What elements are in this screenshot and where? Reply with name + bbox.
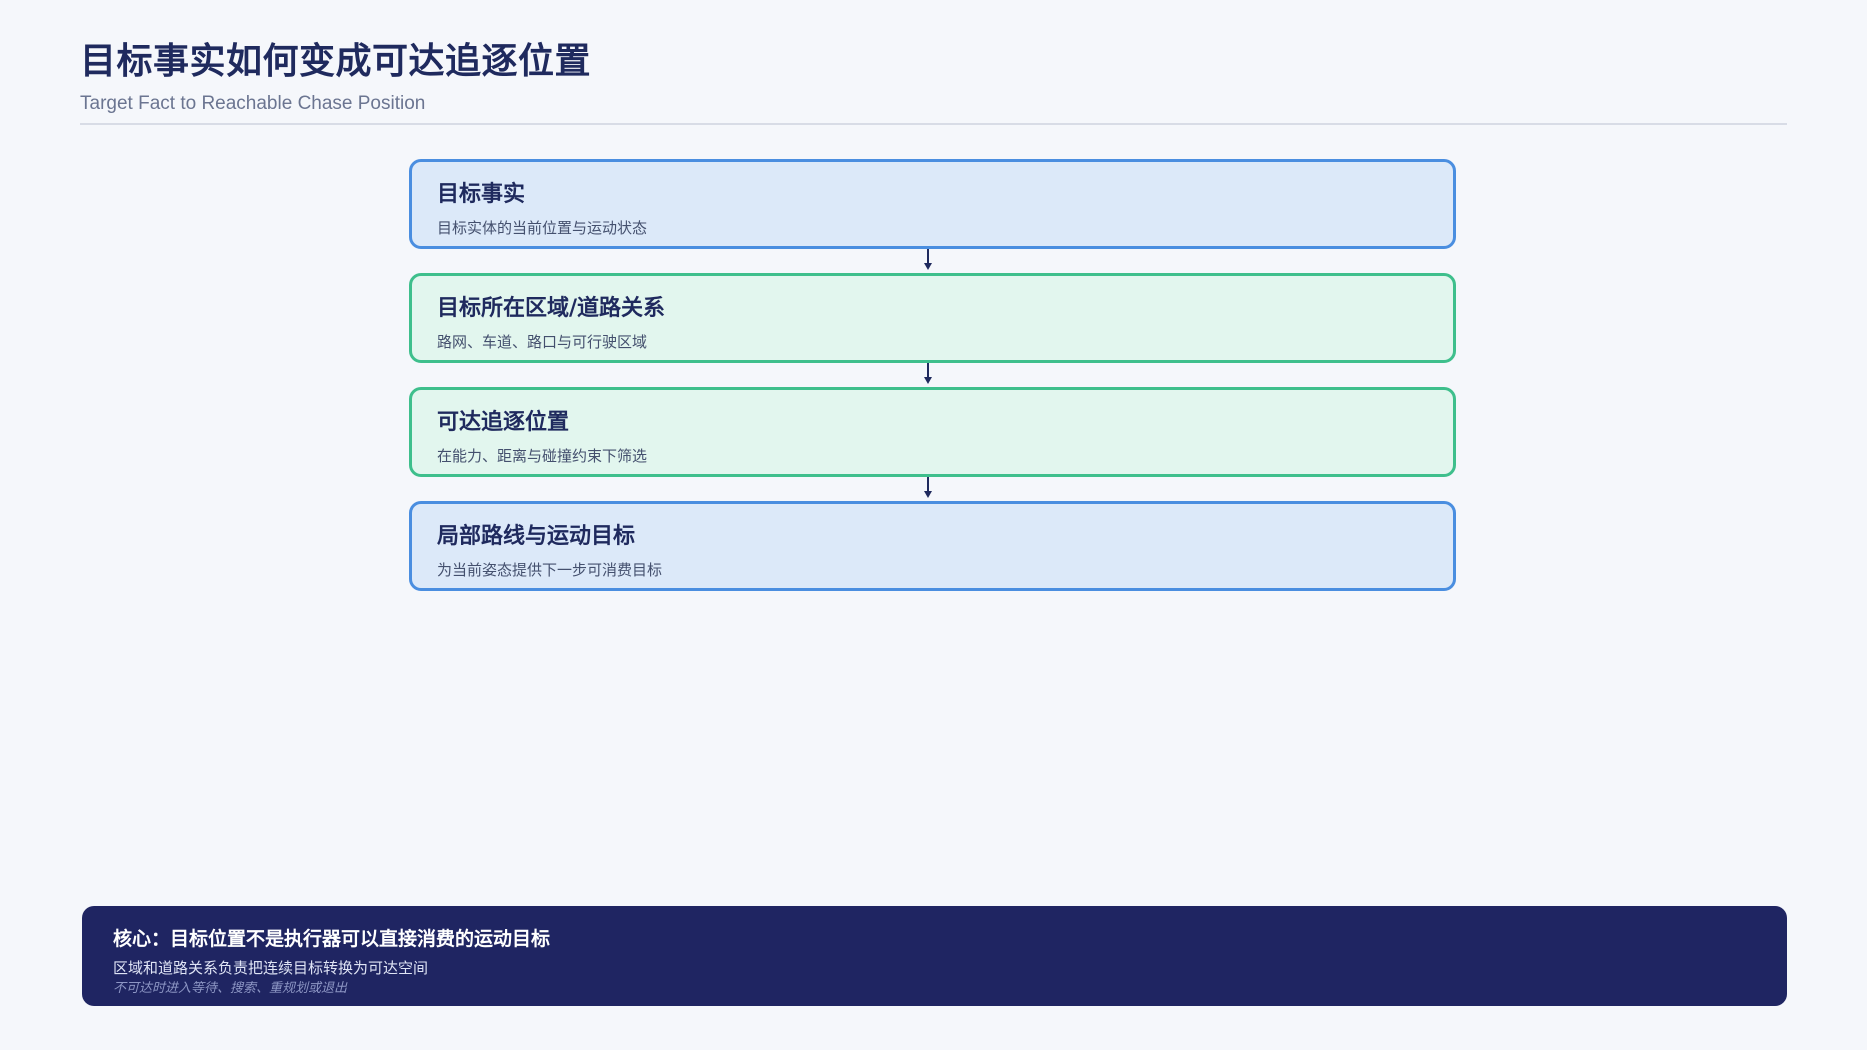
arrow-down-icon xyxy=(924,477,932,498)
core-note: 不可达时进入等待、搜索、重规划或退出 xyxy=(113,981,348,996)
header: 目标事实如何变成可达追逐位置 Target Fact to Reachable … xyxy=(80,38,1787,116)
header-divider xyxy=(80,123,1787,125)
step-title: 目标事实 xyxy=(437,182,526,207)
page-subtitle: Target Fact to Reachable Chase Position xyxy=(80,93,426,114)
step-description: 在能力、距离与碰撞约束下筛选 xyxy=(437,447,648,465)
flow-step-local-route: 局部路线与运动目标 为当前姿态提供下一步可消费目标 xyxy=(409,501,1456,591)
flow-arrow xyxy=(409,249,1456,273)
step-title: 可达追逐位置 xyxy=(437,410,570,435)
core-description: 区域和道路关系负责把连续目标转换为可达空间 xyxy=(113,959,429,977)
page-title: 目标事实如何变成可达追逐位置 xyxy=(80,41,592,82)
step-description: 为当前姿态提供下一步可消费目标 xyxy=(437,561,663,579)
flow-step-target-fact: 目标事实 目标实体的当前位置与运动状态 xyxy=(409,159,1456,249)
flow-step-region-road: 目标所在区域/道路关系 路网、车道、路口与可行驶区域 xyxy=(409,273,1456,363)
step-title: 局部路线与运动目标 xyxy=(437,524,636,549)
arrow-down-icon xyxy=(924,249,932,270)
arrow-down-icon xyxy=(924,363,932,384)
flow-arrow xyxy=(409,477,1456,501)
step-description: 目标实体的当前位置与运动状态 xyxy=(437,219,648,237)
flow-diagram: 目标事实 目标实体的当前位置与运动状态 目标所在区域/道路关系 路网、车道、路口… xyxy=(409,159,1456,591)
core-summary-panel: 核心：目标位置不是执行器可以直接消费的运动目标 区域和道路关系负责把连续目标转换… xyxy=(82,906,1787,1006)
flow-step-reachable-position: 可达追逐位置 在能力、距离与碰撞约束下筛选 xyxy=(409,387,1456,477)
step-title: 目标所在区域/道路关系 xyxy=(437,296,666,321)
flow-arrow xyxy=(409,363,1456,387)
core-title: 核心：目标位置不是执行器可以直接消费的运动目标 xyxy=(113,928,551,950)
step-description: 路网、车道、路口与可行驶区域 xyxy=(437,333,648,351)
